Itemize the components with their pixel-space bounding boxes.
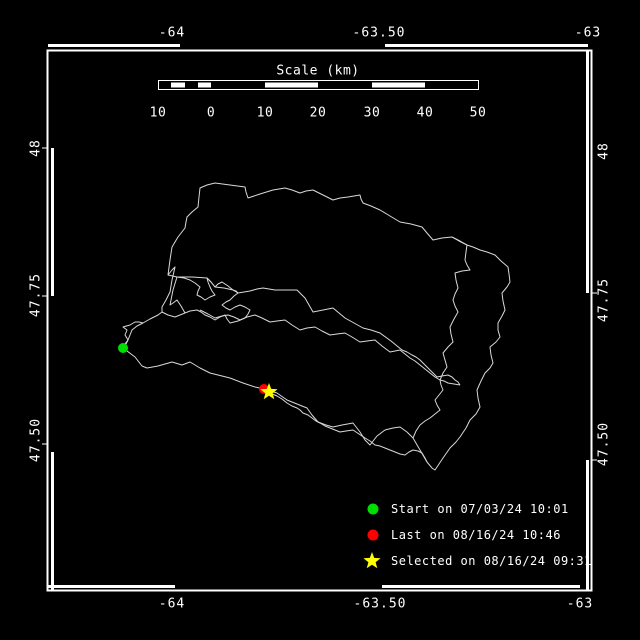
scalebar-segment <box>198 82 211 88</box>
track-path[interactable] <box>199 309 461 386</box>
legend-star-icon <box>363 552 381 569</box>
track-path[interactable] <box>161 276 251 324</box>
graticule-label-top: -63 <box>574 25 602 41</box>
legend-label: Selected on 08/16/24 09:31 <box>391 554 592 568</box>
scalebar-tick-label: 20 <box>309 105 327 121</box>
map-plot: Scale (km) 10 0 10 20 30 40 50 -64 -63.50 -63 -64 -… <box>0 0 640 640</box>
graticule-label-top: -64 <box>158 25 186 41</box>
start-marker[interactable] <box>118 343 128 353</box>
scalebar-tick-label: 10 <box>256 105 274 121</box>
zebra-band-left <box>51 452 54 590</box>
track-path[interactable] <box>122 182 511 471</box>
scalebar-tick-label: 40 <box>416 105 434 121</box>
zebra-band-bottom <box>382 585 580 588</box>
graticule-label-right: 47.50 <box>596 421 612 467</box>
legend-circle-icon <box>367 503 379 515</box>
graticule-label-top: -63.50 <box>352 25 406 41</box>
zebra-band-top <box>48 44 180 47</box>
zebra-band-bottom <box>48 585 175 588</box>
graticule-label-left: 48 <box>28 139 44 157</box>
map-canvas[interactable] <box>0 0 640 640</box>
track-path[interactable] <box>263 388 428 463</box>
legend-label: Last on 08/16/24 10:46 <box>391 528 561 542</box>
track-path[interactable] <box>412 236 471 439</box>
scalebar-segment <box>372 82 425 88</box>
scalebar-tick-label: 30 <box>363 105 381 121</box>
scalebar-tick-label: 10 <box>149 105 167 121</box>
zebra-band-right <box>586 50 589 293</box>
graticule-label-bottom: -63 <box>566 596 594 612</box>
graticule-label-bottom: -64 <box>158 596 186 612</box>
graticule-label-right: 48 <box>596 142 612 160</box>
zebra-band-right <box>586 460 589 590</box>
graticule-label-left: 47.50 <box>28 417 44 463</box>
scalebar-tick-label: 50 <box>469 105 487 121</box>
scalebar-segment <box>265 82 318 88</box>
scale-title: Scale (km) <box>276 63 360 79</box>
zebra-band-left <box>51 148 54 296</box>
graticule-label-right: 47.75 <box>596 277 612 323</box>
scalebar-tick-label: 0 <box>206 105 216 121</box>
graticule-label-left: 47.75 <box>28 272 44 318</box>
legend-circle-icon <box>367 529 379 541</box>
zebra-band-top <box>385 44 588 47</box>
scalebar-segment <box>171 82 185 88</box>
legend-label: Start on 07/03/24 10:01 <box>391 502 569 516</box>
graticule-label-bottom: -63.50 <box>353 596 407 612</box>
